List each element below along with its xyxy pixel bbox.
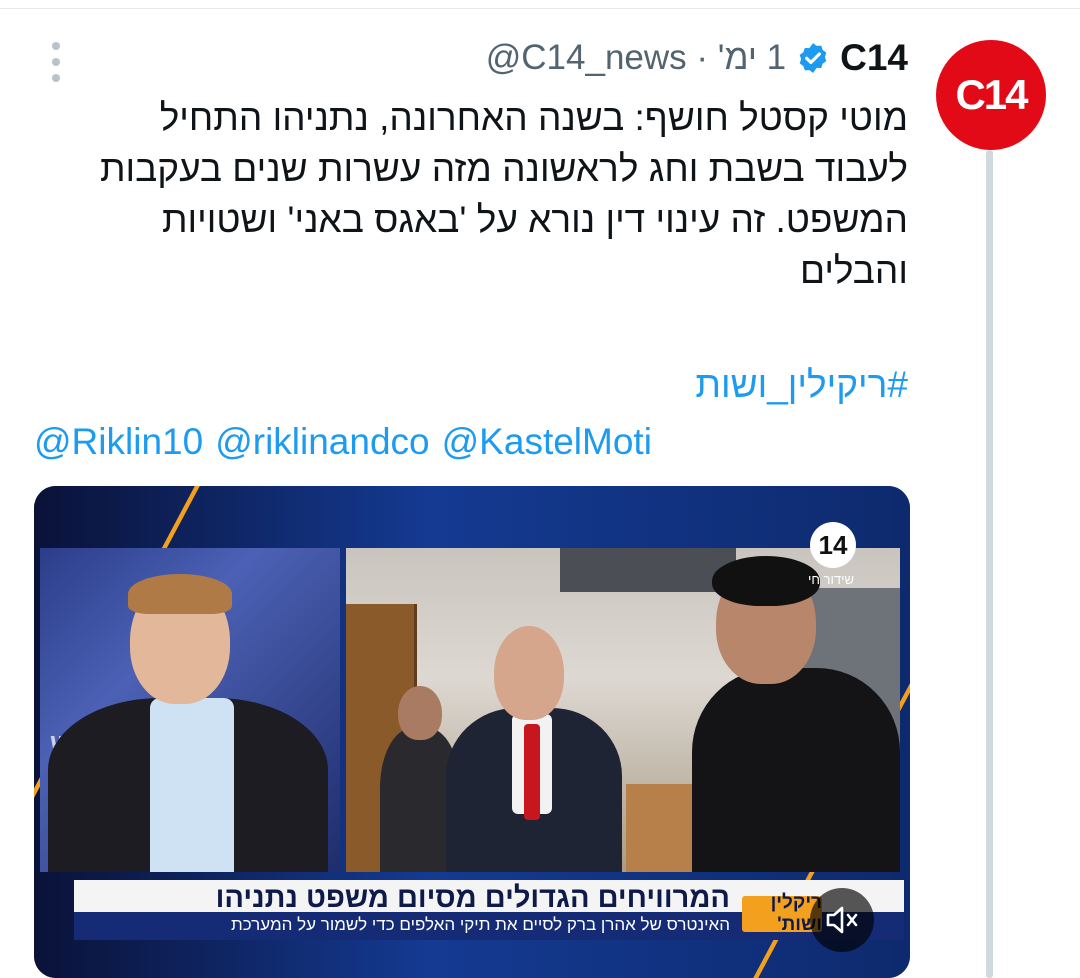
tweet-text: מוטי קסטל חושף: בשנה האחרונה, נתניהו התח… (99, 97, 908, 291)
handle[interactable]: @C14_news (486, 38, 687, 77)
court-panel (346, 548, 900, 872)
ticker-headline: המרוויחים הגדולים מסיום משפט נתניהו (215, 882, 730, 914)
mention-link[interactable]: @Riklin10 (34, 421, 203, 463)
mute-button[interactable] (810, 888, 874, 952)
display-name[interactable]: C14 (840, 37, 908, 79)
avatar-text: C14 (955, 71, 1028, 118)
mention-link[interactable]: @KastelMoti (442, 421, 652, 463)
avatar[interactable]: C14 (936, 40, 1046, 150)
handle-and-time[interactable]: @C14_news · 1 ימ' (486, 38, 786, 78)
time[interactable]: 1 ימ' (718, 38, 786, 77)
mentions: @Riklin10 @riklinandco @KastelMoti (34, 421, 652, 463)
verified-badge-icon (799, 43, 827, 73)
top-divider (0, 8, 1080, 9)
studio-panel: נ.נ.ש (40, 548, 340, 872)
live-label: שידור חי (808, 572, 854, 587)
more-options-icon[interactable] (50, 42, 62, 82)
thread-line (986, 150, 993, 978)
hashtag-link[interactable]: #ריקילין_ושות (695, 364, 908, 406)
speaker-muted-icon (826, 906, 858, 934)
wall-screen (560, 548, 736, 592)
ticker-subline: האינטרס של אהרן ברק לסיים את תיקי האלפים… (230, 915, 730, 934)
separator: · (696, 38, 709, 77)
mention-link[interactable]: @riklinandco (215, 421, 429, 463)
tweet-header: C14 @C14_news · 1 ימ' (486, 36, 908, 80)
channel-logo: 14 (810, 522, 856, 568)
video-player[interactable]: נ.נ.ש 14 שידור חי המרוויח (34, 486, 910, 978)
